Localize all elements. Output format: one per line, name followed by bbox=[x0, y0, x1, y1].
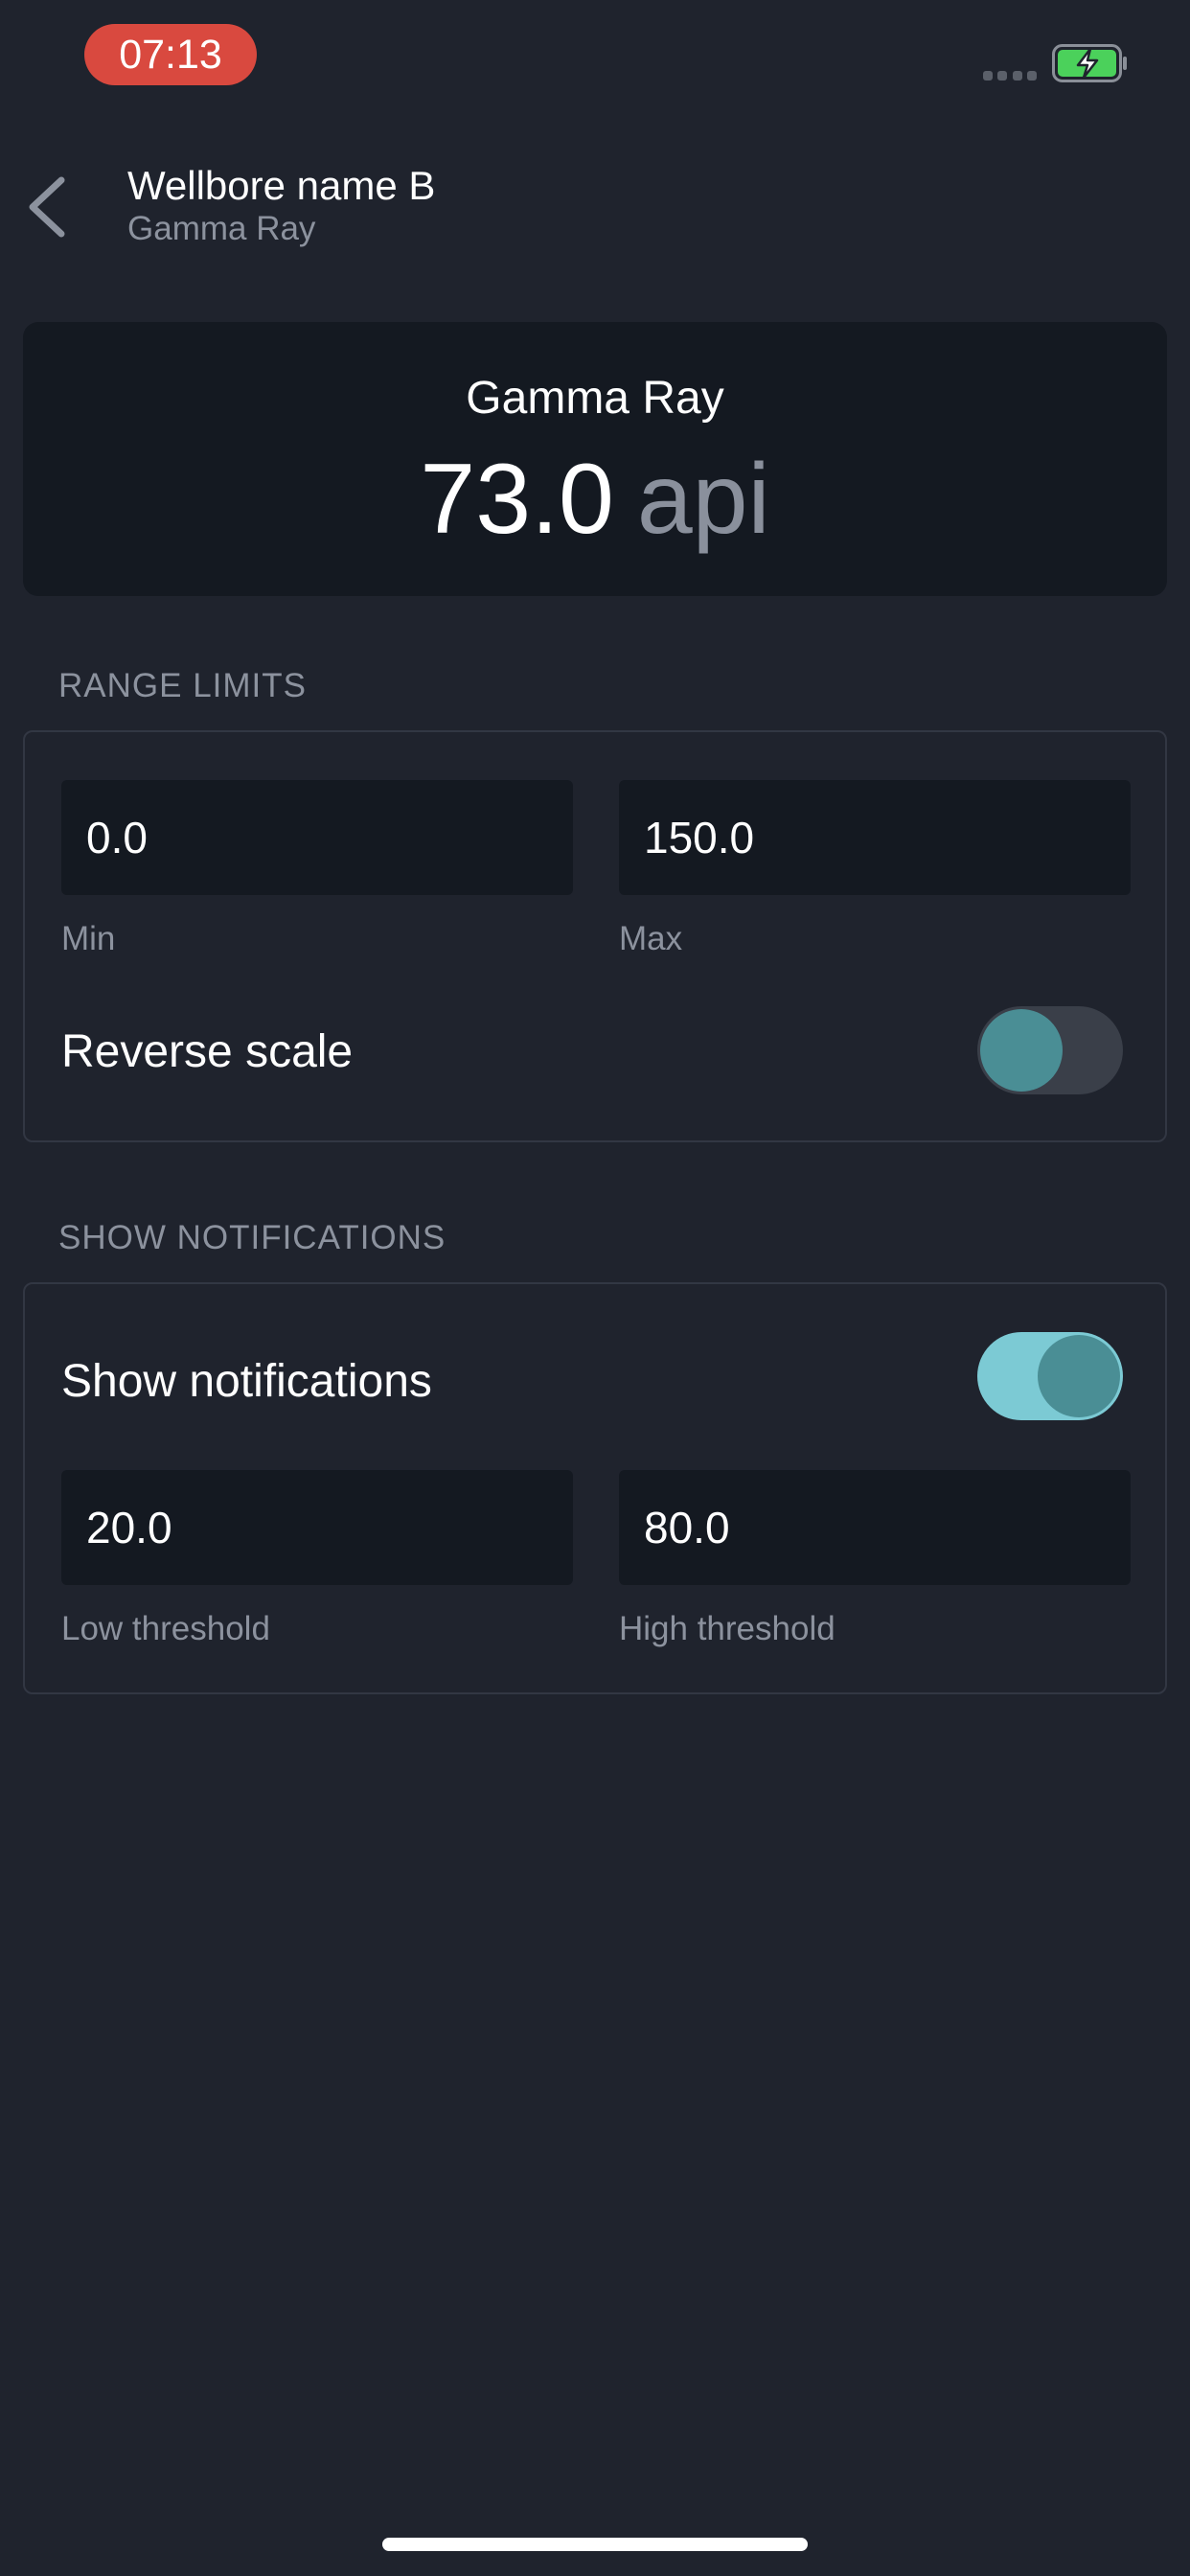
high-threshold-label: High threshold bbox=[619, 1610, 835, 1647]
low-threshold-input[interactable]: 20.0 bbox=[61, 1470, 573, 1585]
low-threshold-label: Low threshold bbox=[61, 1610, 270, 1647]
battery-charging-icon bbox=[1052, 44, 1127, 82]
current-reading-card: Gamma Ray 73.0 api bbox=[23, 322, 1167, 596]
page-subtitle: Gamma Ray bbox=[127, 210, 316, 247]
notifications-panel: Show notifications 20.0 Low threshold 80… bbox=[23, 1282, 1167, 1694]
high-threshold-input[interactable]: 80.0 bbox=[619, 1470, 1131, 1585]
reverse-scale-toggle[interactable] bbox=[977, 1006, 1123, 1094]
chevron-left-icon bbox=[29, 176, 65, 238]
page-title: Wellbore name B bbox=[127, 163, 436, 208]
home-indicator[interactable] bbox=[382, 2538, 808, 2551]
toggle-knob bbox=[1038, 1335, 1120, 1417]
toggle-knob bbox=[980, 1009, 1063, 1092]
status-time: 07:13 bbox=[84, 24, 257, 85]
reading-unit: api bbox=[636, 444, 770, 555]
reading-value: 73.0 bbox=[420, 444, 614, 555]
show-notifications-label: Show notifications bbox=[61, 1356, 432, 1407]
range-limits-panel: 0.0 Min 150.0 Max Reverse scale bbox=[23, 730, 1167, 1142]
screen: 07:13 Wellbore name B Gamma Ray Gamma Ra… bbox=[0, 0, 1190, 2576]
back-button[interactable] bbox=[21, 172, 79, 240]
show-notifications-toggle[interactable] bbox=[977, 1332, 1123, 1420]
reading-display: 73.0 api bbox=[23, 445, 1167, 554]
max-input[interactable]: 150.0 bbox=[619, 780, 1131, 895]
min-input[interactable]: 0.0 bbox=[61, 780, 573, 895]
max-label: Max bbox=[619, 920, 683, 957]
min-label: Min bbox=[61, 920, 116, 957]
show-notifications-header: SHOW NOTIFICATIONS bbox=[58, 1219, 446, 1256]
signal-icon bbox=[983, 71, 1037, 80]
range-limits-header: RANGE LIMITS bbox=[58, 667, 307, 704]
reading-label: Gamma Ray bbox=[466, 373, 724, 424]
reverse-scale-label: Reverse scale bbox=[61, 1026, 354, 1077]
